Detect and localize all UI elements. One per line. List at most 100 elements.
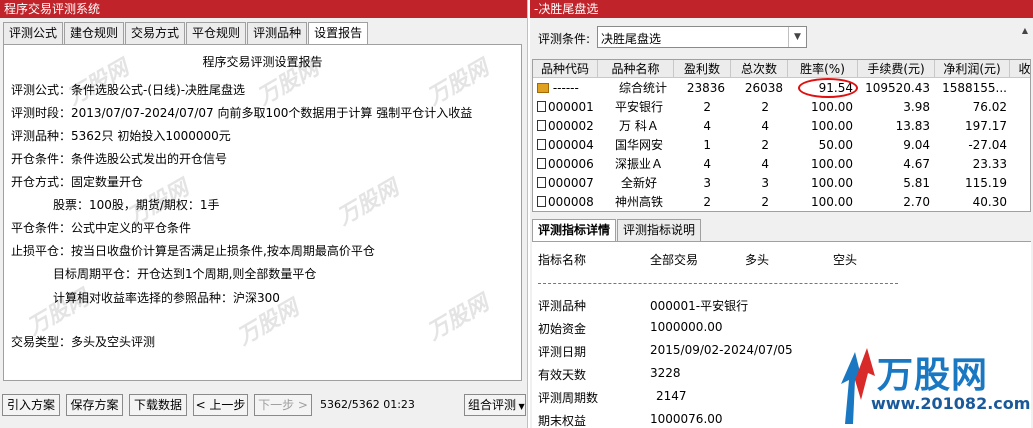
cell-profit: 1588155... — [942, 81, 1007, 95]
col-return[interactable]: 收 — [1010, 60, 1030, 78]
left-title-bar: 程序交易评测系统 — [0, 0, 527, 18]
cell-code-text: 000008 — [548, 195, 594, 209]
cell-profit: 23.33 — [972, 157, 1007, 171]
grid-header-row: 品种代码 品种名称 盈利数 总次数 胜率(%) 手续费(元) 净利润(元) 收 — [533, 60, 1030, 78]
document-icon — [537, 101, 546, 112]
cell-profit: 115.19 — [965, 176, 1007, 190]
download-data-button[interactable]: 下载数据 — [129, 394, 187, 416]
save-plan-button[interactable]: 保存方案 — [66, 394, 123, 416]
metric-value: 1000076.00 — [650, 412, 723, 426]
col-profit[interactable]: 净利润(元) — [935, 60, 1010, 78]
cell-code-text: 000007 — [548, 176, 594, 190]
tab-formula[interactable]: 评测公式 — [3, 22, 64, 44]
cell-fee: 9.04 — [903, 138, 930, 152]
table-row[interactable]: 000006 深振业Ａ 4 4 100.00 4.67 23.33 — [533, 155, 1030, 174]
chevron-down-icon[interactable]: ▼ — [788, 27, 806, 47]
right-window: -决胜尾盘选 ▲ 评测条件: 决胜尾盘选 ▼ 品种代码 品种名称 盈利数 总次数… — [530, 0, 1033, 428]
metric-label: 有效天数 — [538, 368, 587, 382]
cell-total: 2 — [761, 100, 769, 114]
cell-total: 26038 — [744, 81, 783, 95]
right-title-bar: -决胜尾盘选 — [530, 0, 1033, 18]
table-row[interactable]: 000002 万 科Ａ 4 4 100.00 13.83 197.17 — [533, 117, 1030, 136]
col-name[interactable]: 品种名称 — [598, 60, 674, 78]
tab-close-rules[interactable]: 平仓规则 — [186, 22, 247, 44]
col-wins[interactable]: 盈利数 — [674, 60, 731, 78]
document-icon — [537, 177, 546, 188]
cell-total: 3 — [761, 176, 769, 190]
table-row[interactable]: 000008 神州高铁 2 2 100.00 2.70 40.30 — [533, 193, 1030, 211]
import-plan-button[interactable]: 引入方案 — [2, 394, 60, 416]
cell-win-rate: 100.00 — [811, 195, 853, 209]
brand-logo: 万股网 www.201082.com — [825, 340, 1033, 428]
col-code[interactable]: 品种代码 — [533, 60, 598, 78]
metric-value: 1000000.00 — [650, 320, 723, 334]
document-icon — [537, 139, 546, 150]
report-line-stop-loss: 止损平仓：按当日收盘价计算是否满足止损条件,按本周期最高价平仓 — [11, 244, 375, 258]
combo-test-button[interactable]: 组合评测 ▼ — [464, 394, 526, 416]
cell-code: 000001 — [537, 98, 594, 117]
cell-fee: 13.83 — [895, 119, 930, 133]
left-tab-strip: 评测公式 建仓规则 交易方式 平仓规则 评测品种 设置报告 — [3, 22, 369, 44]
folder-icon — [537, 83, 549, 93]
report-line-open-condition: 开仓条件：条件选股公式发出的开仓信号 — [11, 152, 228, 166]
cell-code: 000006 — [537, 155, 594, 174]
tab-metric-details[interactable]: 评测指标详情 — [532, 219, 617, 241]
status-text: 5362/5362 01:23 — [320, 398, 415, 411]
metric-value: 000001-平安银行 — [650, 299, 749, 313]
metric-value: 2147 — [656, 389, 687, 403]
cell-fee: 3.98 — [903, 100, 930, 114]
condition-select[interactable]: 决胜尾盘选 ▼ — [597, 26, 807, 48]
tab-report[interactable]: 设置报告 — [308, 22, 369, 44]
cell-fee: 109520.43 — [865, 81, 930, 95]
cell-code-text: 000006 — [548, 157, 594, 171]
cell-wins: 2 — [703, 100, 711, 114]
tab-open-rules[interactable]: 建仓规则 — [64, 22, 125, 44]
cell-wins: 1 — [703, 138, 711, 152]
metric-label: 期末权益 — [538, 414, 587, 428]
table-row[interactable]: ------ 综合统计 23836 26038 91.54 109520.43 … — [533, 79, 1030, 98]
cell-code-text: 000002 — [548, 119, 594, 133]
left-window: 程序交易评测系统 评测公式 建仓规则 交易方式 平仓规则 评测品种 设置报告 万… — [0, 0, 528, 428]
report-line-instruments: 评测品种：5362只 初始投入1000000元 — [11, 129, 231, 143]
table-row[interactable]: 000004 国华网安 1 2 50.00 9.04 -27.04 — [533, 136, 1030, 155]
chevron-down-icon: ▼ — [516, 402, 525, 411]
col-fee[interactable]: 手续费(元) — [858, 60, 935, 78]
bottom-toolbar: 引入方案 保存方案 下载数据 < 上一步 下一步 > 5362/5362 01:… — [2, 394, 526, 418]
cell-name: 深振业Ａ — [615, 157, 664, 171]
condition-label: 评测条件: — [538, 32, 591, 46]
cell-win-rate: 50.00 — [818, 138, 853, 152]
col-total[interactable]: 总次数 — [731, 60, 788, 78]
tab-instruments[interactable]: 评测品种 — [247, 22, 308, 44]
metric-label: 评测周期数 — [538, 391, 599, 405]
win-rate-highlight-circle — [798, 78, 858, 98]
cell-name: 综合统计 — [619, 81, 668, 95]
report-line-period: 评测时段：2013/07/07-2024/07/07 向前多取100个数据用于计… — [11, 106, 473, 120]
document-icon — [537, 158, 546, 169]
cell-name: 平安银行 — [615, 100, 664, 114]
tab-metric-explanation[interactable]: 评测指标说明 — [617, 219, 702, 241]
next-step-button[interactable]: 下一步 > — [254, 394, 312, 416]
arrow-logo-icon — [841, 348, 875, 424]
cell-profit: 76.02 — [972, 100, 1007, 114]
document-icon — [537, 120, 546, 131]
cell-code-text: ------ — [552, 81, 579, 95]
cell-win-rate: 100.00 — [811, 119, 853, 133]
scroll-up-icon[interactable]: ▲ — [1019, 26, 1031, 40]
metric-value: 2015/09/02-2024/07/05 — [650, 343, 793, 357]
prev-step-button[interactable]: < 上一步 — [193, 394, 248, 416]
report-title: 程序交易评测设置报告 — [202, 55, 323, 69]
metric-label: 评测品种 — [538, 299, 587, 313]
table-row[interactable]: 000007 全新好 3 3 100.00 5.81 115.19 — [533, 174, 1030, 193]
cell-win-rate: 100.00 — [811, 100, 853, 114]
report-panel: 万股网 万股网 万股网 万股网 万股网 万股网 万股网 万股网 程序交易评测设置… — [3, 44, 522, 381]
right-tab-strip: 评测指标详情 评测指标说明 — [532, 219, 702, 241]
detail-col-long: 多头 — [745, 253, 770, 267]
cell-code: 000004 — [537, 136, 594, 155]
cell-wins: 3 — [703, 176, 711, 190]
detail-col-all: 全部交易 — [650, 253, 699, 267]
report-line-benchmark: 计算相对收益率选择的参照品种：沪深300 — [11, 291, 280, 305]
col-win-rate[interactable]: 胜率(%) — [788, 60, 858, 78]
table-row[interactable]: 000001 平安银行 2 2 100.00 3.98 76.02 — [533, 98, 1030, 117]
cell-code: 000002 — [537, 117, 594, 136]
tab-trade-mode[interactable]: 交易方式 — [125, 22, 186, 44]
